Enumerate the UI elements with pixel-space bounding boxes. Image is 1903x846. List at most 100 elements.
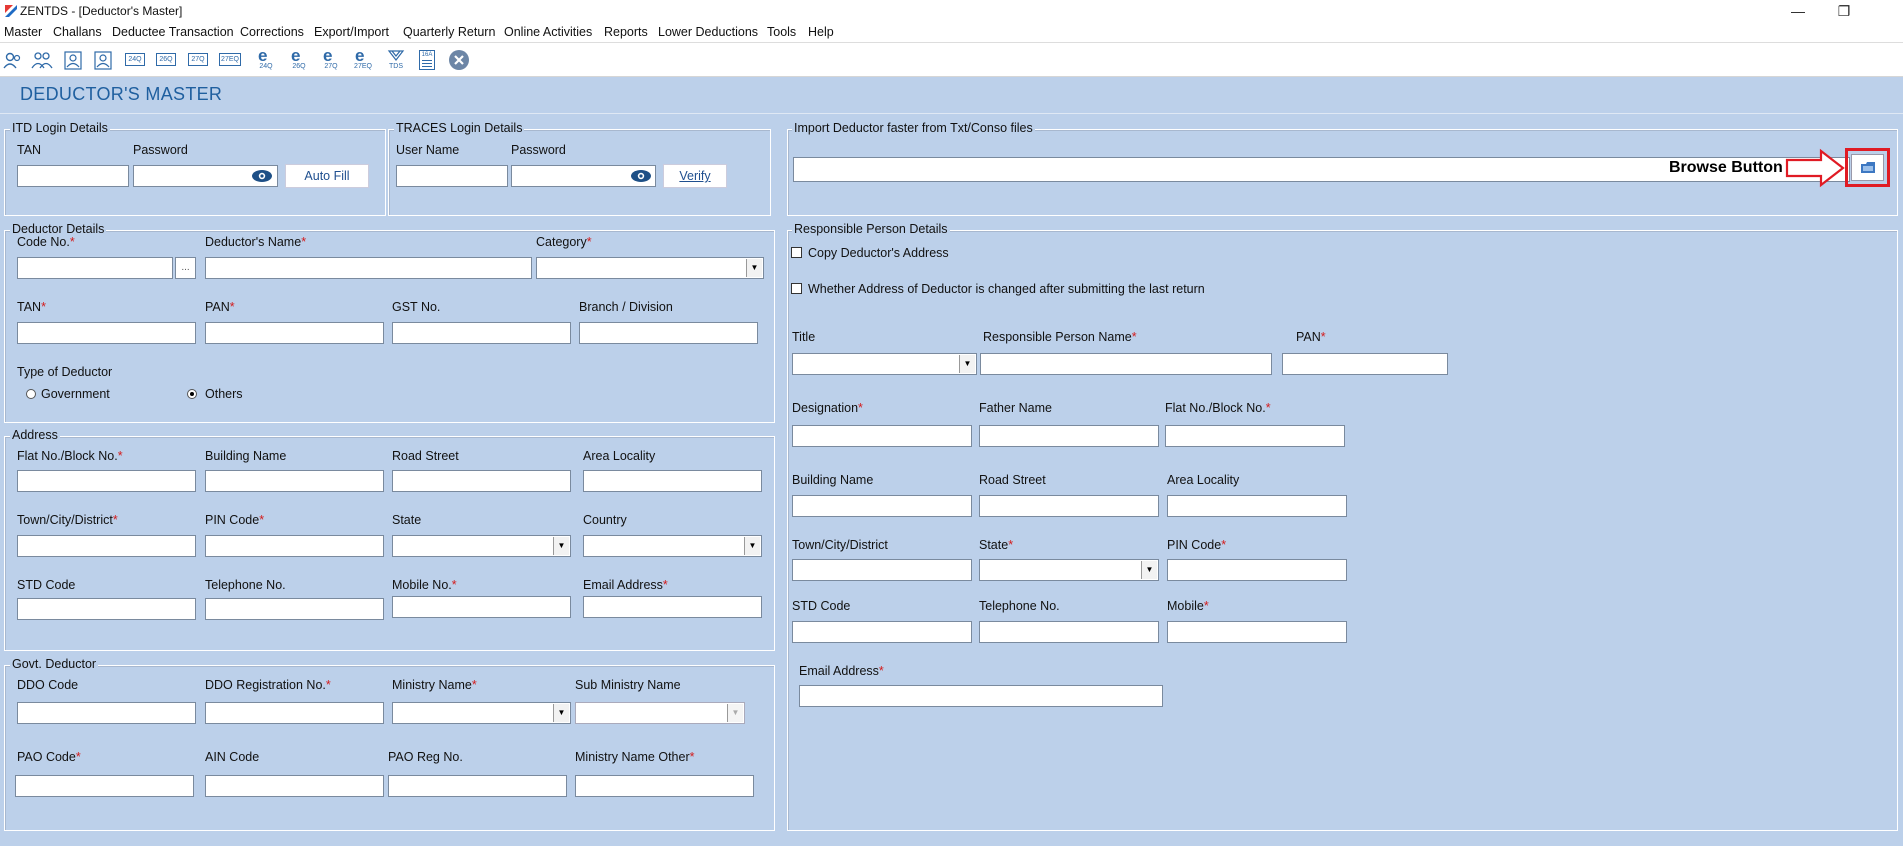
deductor-tan-input[interactable] bbox=[17, 322, 196, 344]
government-label: Government bbox=[41, 387, 110, 401]
minimize-button[interactable]: — bbox=[1775, 0, 1821, 22]
code-no-input[interactable] bbox=[17, 257, 173, 279]
address-changed-checkbox[interactable] bbox=[791, 283, 802, 294]
form-26q-icon[interactable]: 26Q bbox=[155, 49, 177, 71]
e-27q-icon[interactable]: e 27Q bbox=[320, 46, 342, 71]
road-input[interactable] bbox=[392, 470, 571, 492]
deductees-icon[interactable] bbox=[31, 49, 53, 71]
branch-input[interactable] bbox=[579, 322, 758, 344]
menu-export-import[interactable]: Export/Import bbox=[314, 25, 389, 39]
e-26q-icon[interactable]: e 26Q bbox=[288, 46, 310, 71]
ministry-other-input[interactable] bbox=[575, 775, 754, 797]
resp-name-input[interactable] bbox=[980, 353, 1272, 375]
town-input[interactable] bbox=[17, 535, 196, 557]
menu-master[interactable]: Master bbox=[4, 25, 42, 39]
itd-tan-input[interactable] bbox=[17, 165, 129, 187]
deductor-pan-input[interactable] bbox=[205, 322, 384, 344]
tel-input[interactable] bbox=[205, 598, 384, 620]
resp-mobile-input[interactable] bbox=[1167, 621, 1347, 643]
sub-ministry-select[interactable]: ▼ bbox=[575, 702, 745, 724]
traces-show-password-icon[interactable] bbox=[630, 169, 652, 183]
restore-button[interactable]: ❐ bbox=[1821, 0, 1867, 22]
resp-flat-input[interactable] bbox=[1165, 425, 1345, 447]
resp-email-input[interactable] bbox=[799, 685, 1163, 707]
resp-pin-input[interactable] bbox=[1167, 559, 1347, 581]
menu-challans[interactable]: Challans bbox=[53, 25, 102, 39]
country-dropdown-icon: ▼ bbox=[744, 537, 760, 555]
address-changed-label: Whether Address of Deductor is changed a… bbox=[808, 282, 1205, 296]
country-select[interactable]: ▼ bbox=[583, 535, 762, 557]
close-circle-icon[interactable] bbox=[448, 49, 470, 71]
area-input[interactable] bbox=[583, 470, 762, 492]
e-27eq-icon[interactable]: e 27EQ bbox=[352, 46, 374, 71]
ain-code-label: AIN Code bbox=[205, 750, 260, 764]
annotation-arrow-icon bbox=[1785, 148, 1845, 188]
folder-icon bbox=[1861, 162, 1875, 173]
ministry-other-label: Ministry Name Other* bbox=[575, 750, 695, 764]
code-lookup-button[interactable]: ... bbox=[175, 257, 196, 279]
show-password-icon[interactable] bbox=[251, 169, 273, 183]
pao-code-input[interactable] bbox=[15, 775, 194, 797]
resp-std-input[interactable] bbox=[792, 621, 972, 643]
employee-2-icon[interactable] bbox=[92, 49, 114, 71]
menu-deductee-transaction[interactable]: Deductee Transaction bbox=[112, 25, 234, 39]
menu-help[interactable]: Help bbox=[808, 25, 834, 39]
building-input[interactable] bbox=[205, 470, 384, 492]
resp-tel-input[interactable] bbox=[979, 621, 1159, 643]
form-27q-label: 27Q bbox=[188, 53, 208, 66]
e-26q-label: 26Q bbox=[292, 63, 306, 70]
resp-town-label: Town/City/District bbox=[792, 538, 888, 552]
menu-reports[interactable]: Reports bbox=[604, 25, 648, 39]
town-label: Town/City/District* bbox=[17, 513, 118, 527]
form-24q-label: 24Q bbox=[125, 53, 145, 66]
resp-town-input[interactable] bbox=[792, 559, 972, 581]
copy-address-checkbox[interactable] bbox=[791, 247, 802, 258]
e-24q-icon[interactable]: e 24Q bbox=[255, 46, 277, 71]
menu-quarterly-return[interactable]: Quarterly Return bbox=[403, 25, 495, 39]
father-name-input[interactable] bbox=[979, 425, 1159, 447]
deductor-tan-label: TAN* bbox=[17, 300, 46, 314]
flat-input[interactable] bbox=[17, 470, 196, 492]
browse-button[interactable] bbox=[1851, 154, 1884, 181]
menu-online-activities[interactable]: Online Activities bbox=[504, 25, 592, 39]
ddo-reg-input[interactable] bbox=[205, 702, 384, 724]
mobile-input[interactable] bbox=[392, 596, 571, 618]
gst-input[interactable] bbox=[392, 322, 571, 344]
menu-corrections[interactable]: Corrections bbox=[240, 25, 304, 39]
resp-building-input[interactable] bbox=[792, 495, 972, 517]
certificate-icon[interactable]: 16A bbox=[416, 49, 438, 71]
resp-email-label: Email Address* bbox=[799, 664, 884, 678]
resp-title-select[interactable]: ▼ bbox=[792, 353, 977, 375]
form-27eq-icon[interactable]: 27EQ bbox=[219, 49, 241, 71]
menu-tools[interactable]: Tools bbox=[767, 25, 796, 39]
ain-code-input[interactable] bbox=[205, 775, 384, 797]
designation-input[interactable] bbox=[792, 425, 972, 447]
ddo-code-label: DDO Code bbox=[17, 678, 79, 692]
deductor-name-input[interactable] bbox=[205, 257, 532, 279]
tds-icon[interactable]: TDS bbox=[385, 49, 407, 71]
pin-input[interactable] bbox=[205, 535, 384, 557]
ministry-select[interactable]: ▼ bbox=[392, 702, 571, 724]
resp-state-select[interactable]: ▼ bbox=[979, 559, 1159, 581]
email-input[interactable] bbox=[583, 596, 762, 618]
auto-fill-button[interactable]: Auto Fill bbox=[285, 164, 369, 188]
verify-button[interactable]: Verify bbox=[663, 164, 727, 188]
category-select[interactable]: ▼ bbox=[536, 257, 764, 279]
state-select[interactable]: ▼ bbox=[392, 535, 571, 557]
employee-icon[interactable] bbox=[62, 49, 84, 71]
resp-pan-input[interactable] bbox=[1282, 353, 1448, 375]
father-name-label: Father Name bbox=[979, 401, 1052, 415]
form-27q-icon[interactable]: 27Q bbox=[187, 49, 209, 71]
pao-reg-input[interactable] bbox=[388, 775, 567, 797]
deductor-type-others-radio[interactable] bbox=[187, 389, 197, 399]
resp-title-dropdown-icon: ▼ bbox=[959, 355, 975, 373]
resp-road-input[interactable] bbox=[979, 495, 1159, 517]
menu-lower-deductions[interactable]: Lower Deductions bbox=[658, 25, 758, 39]
resp-area-input[interactable] bbox=[1167, 495, 1347, 517]
std-input[interactable] bbox=[17, 598, 196, 620]
deductor-icon[interactable] bbox=[2, 49, 24, 71]
traces-user-input[interactable] bbox=[396, 165, 508, 187]
ddo-code-input[interactable] bbox=[17, 702, 196, 724]
form-24q-icon[interactable]: 24Q bbox=[124, 49, 146, 71]
deductor-type-government-radio[interactable] bbox=[26, 389, 36, 399]
